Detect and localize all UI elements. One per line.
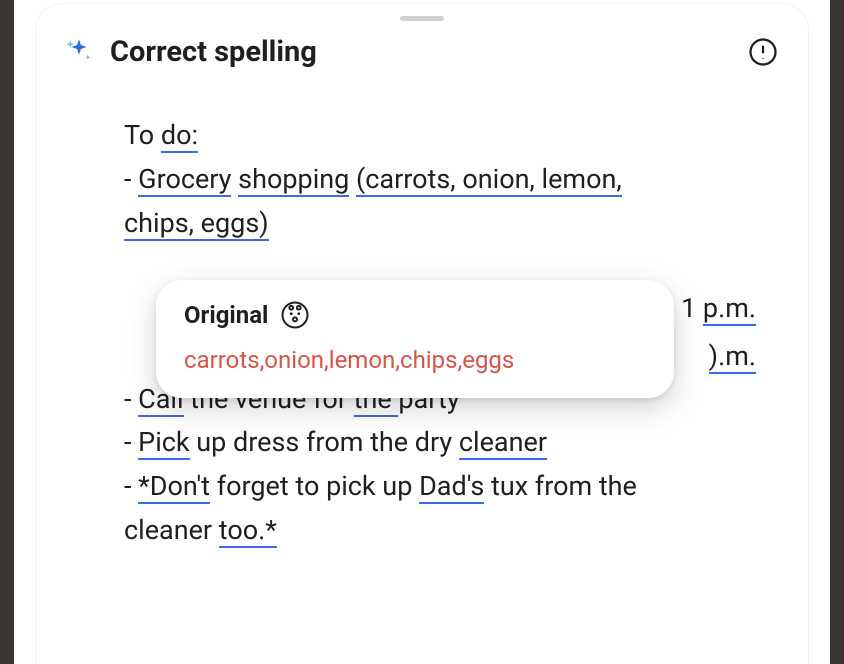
text: 1 <box>681 292 703 324</box>
correction-span[interactable]: Pick <box>138 426 189 460</box>
text-line: To do: <box>124 115 768 157</box>
face-icon <box>280 300 310 330</box>
text-line: cleaner too.* <box>124 510 768 552</box>
correction-span[interactable]: cleaner <box>459 426 547 460</box>
original-text: carrots,onion,lemon,chips,eggs <box>184 346 646 374</box>
partial-text: 1 p.m. <box>681 292 756 324</box>
correction-span[interactable]: Grocery <box>138 163 231 197</box>
text: forget to pick up <box>210 470 419 502</box>
text: To <box>124 119 161 151</box>
text-line: - Pick up dress from the dry cleaner <box>124 422 768 464</box>
text-line: chips, eggs) <box>124 203 768 245</box>
bottom-sheet: Correct spelling To do: - Grocery shoppi… <box>36 4 808 664</box>
text: cleaner <box>124 514 219 546</box>
correction-span[interactable]: chips, eggs) <box>124 207 269 241</box>
text: - <box>124 383 138 415</box>
sheet-title: Correct spelling <box>110 35 730 69</box>
correction-span[interactable]: do: <box>161 119 198 153</box>
original-popover[interactable]: Original carrots,onion,lemon,chips,eggs <box>156 280 674 398</box>
phone-frame: Correct spelling To do: - Grocery shoppi… <box>0 0 844 664</box>
correction-span[interactable]: Dad's <box>419 470 484 504</box>
popover-header: Original <box>184 300 646 330</box>
correction-span[interactable]: ).m. <box>709 340 756 374</box>
sheet-grabber[interactable] <box>400 16 444 21</box>
text: up dress from the dry <box>190 426 459 458</box>
text: tux from the <box>484 470 637 502</box>
text-line: - Grocery shopping (carrots, onion, lemo… <box>124 159 768 201</box>
text: - <box>124 163 138 195</box>
info-button[interactable] <box>746 35 780 69</box>
sheet-header: Correct spelling <box>36 35 808 79</box>
popover-label: Original <box>184 301 268 329</box>
partial-text: ).m. <box>709 340 756 372</box>
text: - <box>124 470 138 502</box>
text: - <box>124 426 138 458</box>
correction-span[interactable]: too.* <box>219 514 277 548</box>
text-line: - *Don't forget to pick up Dad's tux fro… <box>124 466 768 508</box>
sparkle-icon <box>64 37 94 67</box>
correction-span[interactable]: p.m. <box>703 292 756 326</box>
correction-span[interactable]: (carrots, onion, lemon, <box>356 163 622 197</box>
correction-span[interactable]: *Don't <box>138 470 210 504</box>
correction-span[interactable]: shopping <box>238 163 349 197</box>
